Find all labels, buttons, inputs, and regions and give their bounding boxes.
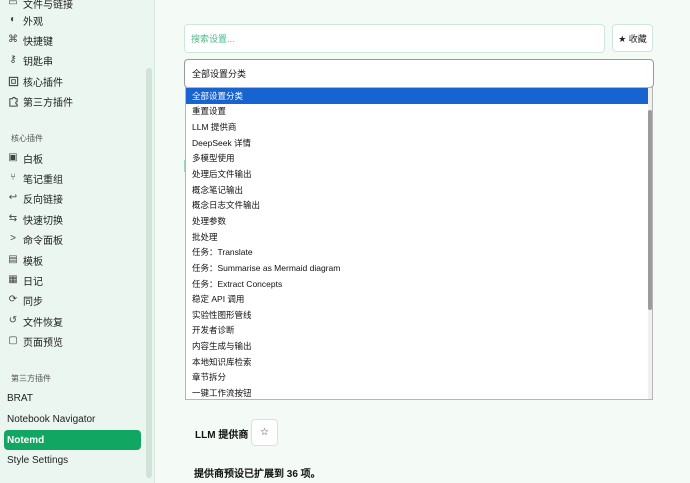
llm-provider-heading: LLM 提供商 (195, 430, 249, 441)
sidebar-item-label: 白板 (23, 154, 43, 166)
sidebar-item-label: 命令面板 (23, 235, 63, 247)
dropdown-option[interactable]: 章节拆分 (186, 370, 652, 386)
sidebar-plugin-notemd[interactable]: Notemd (4, 430, 141, 450)
dropdown-option[interactable]: 一键工作流按钮 (186, 385, 652, 399)
sidebar-item-label: 文件恢复 (23, 317, 63, 329)
sidebar-item-third-party-plugins[interactable]: 第三方插件 (0, 91, 146, 111)
star-favorite-button[interactable]: ☆ (251, 419, 278, 446)
sidebar-item-label: 页面预览 (23, 337, 63, 349)
sidebar-item-label: 核心插件 (23, 77, 63, 89)
dropdown-option[interactable]: 全部设置分类 (186, 88, 648, 104)
key-icon: ⚷ (9, 54, 17, 65)
sidebar-item-backlinks[interactable]: ↩ 反向链接 (0, 188, 146, 208)
plugin-icon (7, 75, 19, 87)
sidebar-item-core-plugins[interactable]: 核心插件 (0, 71, 146, 91)
sidebar-plugin-notebook-navigator[interactable]: Notebook Navigator (0, 409, 146, 429)
sidebar-item-label: 笔记重组 (23, 174, 63, 186)
dropdown-option[interactable]: 稳定 API 调用 (186, 291, 652, 307)
sidebar-plugin-style-settings[interactable]: Style Settings (0, 450, 146, 470)
sidebar-plugin-label: Style Settings (7, 454, 69, 466)
favorites-button-label: ★ 收藏 (618, 33, 647, 44)
dropdown-option[interactable]: 开发者诊断 (186, 323, 652, 339)
sidebar-item-command-palette[interactable]: > 命令面板 (0, 229, 146, 249)
dropdown-option[interactable]: 重置设置 (186, 104, 652, 120)
sidebar-item-label: 模板 (23, 256, 43, 268)
category-dropdown-list[interactable]: 全部设置分类 重置设置 LLM 提供商 DeepSeek 详情 多模型使用 处理后文件输出… (185, 87, 653, 400)
sync-icon: ⟳ (8, 294, 18, 305)
canvas-icon: ▣ (8, 152, 18, 163)
category-select[interactable]: 全部设置分类 (184, 59, 654, 88)
provider-preset-note: 提供商预设已扩展到 36 项。 (194, 469, 321, 480)
sidebar-item-file-recovery[interactable]: ↺ 文件恢复 (0, 311, 146, 331)
sidebar-item-keychain[interactable]: ⚷ 钥匙串 (0, 50, 146, 70)
favorites-button[interactable]: ★ 收藏 (612, 24, 653, 52)
sidebar-item-appearance[interactable]: ◐ 外观 (0, 10, 146, 30)
dropdown-option[interactable]: LLM 提供商 (186, 119, 652, 135)
third-party-plugins-section-label: 第三方插件 (11, 374, 51, 383)
merge-icon: ⑂ (10, 172, 16, 183)
dropdown-option[interactable]: 实验性图形管线 (186, 307, 652, 323)
dropdown-option[interactable]: 处理后文件输出 (186, 166, 652, 182)
sidebar-scrollbar[interactable] (146, 68, 152, 478)
settings-search-input[interactable] (184, 24, 605, 53)
folder-icon: ▭ (8, 0, 18, 8)
dropdown-option[interactable]: 概念笔记输出 (186, 182, 652, 198)
dropdown-option[interactable]: 本地知识库检索 (186, 354, 652, 370)
sidebar-item-templates[interactable]: ▤ 模板 (0, 250, 146, 270)
sidebar-item-sync[interactable]: ⟳ 同步 (0, 290, 146, 310)
sidebar-item-label: 日记 (23, 276, 43, 288)
dropdown-option[interactable]: 任务：Translate (186, 244, 652, 260)
dropdown-scrollbar-thumb[interactable] (648, 110, 652, 310)
core-plugins-section-label: 核心插件 (11, 134, 43, 143)
settings-content: ★ 收藏 全部设置分类 全部设置分类重置设置LLM 提供商DeepSeek 详情… (156, 0, 690, 483)
sidebar-item-label: 外观 (23, 16, 43, 28)
puzzle-icon (7, 95, 19, 107)
sidebar-plugin-brat[interactable]: BRAT (0, 388, 146, 408)
command-icon: ⌘ (8, 34, 18, 45)
dropdown-option[interactable]: 任务：Summarise as Mermaid diagram (186, 260, 652, 276)
sidebar-item-page-preview[interactable]: ▢ 页面预览 (0, 331, 146, 351)
sidebar-item-daily-notes[interactable]: ▦ 日记 (0, 270, 146, 290)
dropdown-option[interactable]: 批处理 (186, 229, 652, 245)
dropdown-option[interactable]: 多模型使用 (186, 151, 652, 167)
sidebar-item-label: 同步 (23, 296, 43, 308)
dropdown-option[interactable]: 概念日志文件输出 (186, 197, 652, 213)
dropdown-option[interactable]: 内容生成与输出 (186, 338, 652, 354)
sidebar-item-label: 文件与链接 (23, 0, 73, 11)
sidebar-plugin-label: Notemd (7, 434, 45, 446)
dropdown-option[interactable]: 处理参数 (186, 213, 652, 229)
sidebar-plugin-label: BRAT (7, 392, 33, 404)
preview-icon: ▢ (8, 335, 18, 346)
sidebar-item-label: 第三方插件 (23, 97, 73, 109)
sidebar-item-label: 钥匙串 (23, 56, 53, 68)
calendar-icon: ▦ (8, 274, 18, 285)
switch-icon: ⇆ (8, 213, 18, 224)
sidebar-item-note-composer[interactable]: ⑂ 笔记重组 (0, 168, 146, 188)
sidebar-item-label: 反向链接 (23, 194, 63, 206)
template-icon: ▤ (8, 254, 18, 265)
sidebar-item-hotkeys[interactable]: ⌘ 快捷键 (0, 30, 146, 50)
sidebar-plugin-label: Notebook Navigator (7, 413, 96, 425)
category-select-value: 全部设置分类 (192, 69, 247, 79)
dropdown-option[interactable]: 任务：Extract Concepts (186, 276, 652, 292)
sidebar-item-canvas[interactable]: ▣ 白板 (0, 148, 146, 168)
backlink-icon: ↩ (8, 192, 18, 203)
dropdown-option[interactable]: DeepSeek 详情 (186, 135, 652, 151)
terminal-icon: > (10, 233, 16, 244)
sidebar-item-label: 快捷键 (23, 36, 53, 48)
sidebar-item-label: 快速切换 (23, 215, 63, 227)
history-icon: ↺ (8, 315, 18, 326)
sidebar-item-quick-switcher[interactable]: ⇆ 快速切换 (0, 209, 146, 229)
star-icon: ☆ (260, 427, 269, 438)
settings-sidebar: ▭ 文件与链接 ◐ 外观 ⌘ 快捷键 ⚷ 钥匙串 核心插件 第三方插件 核心插件… (0, 0, 155, 483)
palette-icon: ◐ (9, 14, 17, 25)
